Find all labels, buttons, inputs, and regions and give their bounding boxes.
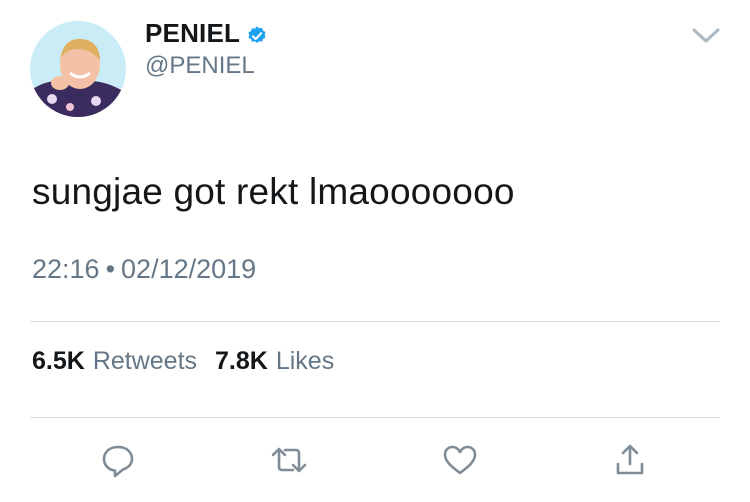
- retweet-button[interactable]: [269, 440, 309, 480]
- like-button[interactable]: [440, 440, 480, 480]
- tweet-stats: 6.5K Retweets 7.8K Likes: [32, 347, 352, 376]
- chevron-down-icon[interactable]: [690, 26, 722, 46]
- retweets-count: 6.5K: [32, 347, 85, 375]
- retweets-stat[interactable]: 6.5K Retweets: [32, 347, 215, 376]
- reply-icon: [102, 445, 134, 478]
- likes-stat[interactable]: 7.8K Likes: [215, 347, 352, 376]
- user-handle[interactable]: @PENIEL: [145, 52, 255, 80]
- retweets-label: Retweets: [92, 347, 198, 375]
- retweet-icon: [271, 447, 307, 473]
- tweet-timestamp[interactable]: 22:16 • 02/12/2019: [32, 254, 256, 285]
- divider: [30, 321, 720, 322]
- likes-label: Likes: [275, 347, 335, 375]
- likes-count: 7.8K: [215, 347, 268, 375]
- tweet-card: PENIEL @PENIEL sungjae got rekt lmaooooo…: [0, 0, 750, 502]
- reply-button[interactable]: [98, 440, 138, 480]
- heart-icon: [443, 445, 477, 475]
- tweet-date: 02/12/2019: [121, 254, 257, 284]
- divider: [30, 417, 720, 418]
- share-button[interactable]: [610, 440, 650, 480]
- tweet-text: sungjae got rekt lmaooooooo: [32, 171, 515, 212]
- display-name[interactable]: PENIEL: [145, 18, 268, 49]
- avatar[interactable]: [30, 21, 126, 117]
- verified-badge-icon: [246, 23, 268, 45]
- tweet-time: 22:16: [32, 254, 100, 284]
- share-icon: [616, 444, 644, 475]
- display-name-text: PENIEL: [145, 18, 241, 48]
- timestamp-separator: •: [105, 254, 116, 284]
